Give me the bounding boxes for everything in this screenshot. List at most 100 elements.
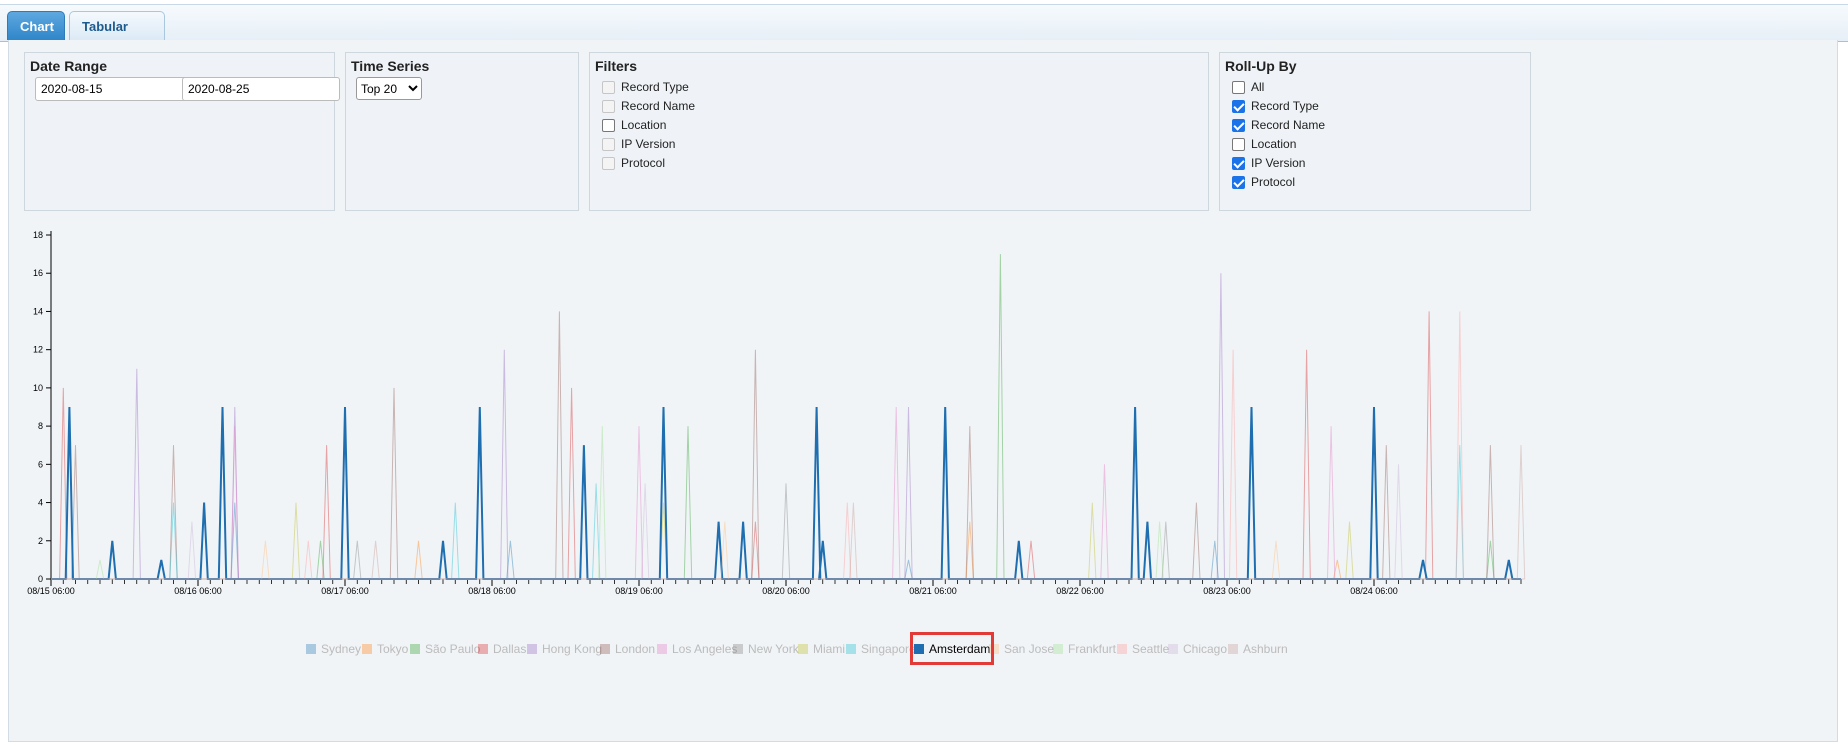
legend-label: San Jose xyxy=(1004,642,1055,656)
legend-item-ashburn[interactable]: Ashburn xyxy=(1228,640,1288,658)
legend-swatch xyxy=(362,644,372,654)
legend-label: Hong Kong xyxy=(542,642,603,656)
end-date-input[interactable] xyxy=(182,77,340,101)
x-tick-label: 08/18 06:00 xyxy=(468,586,516,596)
rollup-row-record-type[interactable]: Record Type xyxy=(1232,97,1319,115)
legend-item-frankfurt[interactable]: Frankfurt xyxy=(1053,640,1116,658)
legend-label: Ashburn xyxy=(1243,642,1288,656)
rollup-checkbox[interactable] xyxy=(1232,175,1245,189)
legend-swatch xyxy=(798,644,808,654)
x-tick-label: 08/16 06:00 xyxy=(174,586,222,596)
series-line-new-york xyxy=(51,483,1521,580)
legend-label: Seattle xyxy=(1132,642,1170,656)
date-range-box: Date Range to xyxy=(24,52,340,211)
tab-tabular-data[interactable]: Tabular Data xyxy=(69,11,165,63)
rollup-checkbox[interactable] xyxy=(1232,137,1245,151)
rollup-label: All xyxy=(1251,80,1265,94)
x-tick-label: 08/15 06:00 xyxy=(27,586,75,596)
legend-label: Tokyo xyxy=(377,642,409,656)
legend-swatch xyxy=(478,644,488,654)
legend-item-seattle[interactable]: Seattle xyxy=(1117,640,1169,658)
x-tick-label: 08/17 06:00 xyxy=(321,586,369,596)
legend-swatch xyxy=(306,644,316,654)
legend-label: Singapore xyxy=(861,642,916,656)
filter-row-record-type: Record Type xyxy=(602,78,689,96)
date-range-title: Date Range xyxy=(30,58,108,74)
legend-label: Miami xyxy=(813,642,845,656)
filter-row-protocol: Protocol xyxy=(602,154,665,172)
rollup-label: Location xyxy=(1251,137,1297,151)
legend-item-london[interactable]: London xyxy=(600,640,655,658)
legend-swatch xyxy=(1168,644,1178,654)
start-date-input[interactable] xyxy=(35,77,193,101)
filter-checkbox xyxy=(602,80,615,94)
y-tick-label: 2 xyxy=(38,536,43,546)
rollup-checkbox[interactable] xyxy=(1232,118,1245,132)
legend-item-amsterdam[interactable]: Amsterdam xyxy=(914,640,990,658)
rollup-row-record-name[interactable]: Record Name xyxy=(1232,116,1325,134)
filter-checkbox[interactable] xyxy=(602,118,615,132)
filter-row-record-name: Record Name xyxy=(602,97,695,115)
x-tick-label: 08/21 06:00 xyxy=(909,586,957,596)
legend-label: New York xyxy=(748,642,799,656)
series-line-singapore xyxy=(51,426,1521,580)
legend-swatch xyxy=(657,644,667,654)
legend-swatch xyxy=(914,644,924,654)
legend-swatch xyxy=(600,644,610,654)
rollup-checkbox[interactable] xyxy=(1232,156,1245,170)
legend-label: São Paulo xyxy=(425,642,481,656)
rollup-label: IP Version xyxy=(1251,156,1306,170)
filter-checkbox xyxy=(602,137,615,151)
legend-swatch xyxy=(846,644,856,654)
filters-title: Filters xyxy=(595,58,638,74)
y-tick-label: 12 xyxy=(33,345,43,355)
legend-label: Frankfurt xyxy=(1068,642,1117,656)
series-line-frankfurt xyxy=(51,426,1521,580)
y-tick-label: 18 xyxy=(33,230,43,240)
legend-item-miami[interactable]: Miami xyxy=(798,640,845,658)
y-tick-label: 6 xyxy=(38,459,43,469)
rollup-checkbox[interactable] xyxy=(1232,99,1245,113)
legend-label: Amsterdam xyxy=(929,642,991,656)
legend-label: Sydney xyxy=(321,642,362,656)
tab-chart[interactable]: Chart xyxy=(7,11,65,40)
x-tick-label: 08/20 06:00 xyxy=(762,586,810,596)
series-line-tokyo xyxy=(51,521,1521,580)
series-line-san-jose xyxy=(51,521,1521,580)
legend-item-tokyo[interactable]: Tokyo xyxy=(362,640,408,658)
legend-item-sydney[interactable]: Sydney xyxy=(306,640,361,658)
time-series-select[interactable]: Top 20 xyxy=(356,77,422,100)
rollup-row-location[interactable]: Location xyxy=(1232,135,1296,153)
x-tick-label: 08/23 06:00 xyxy=(1203,586,1251,596)
legend-item-singapore[interactable]: Singapore xyxy=(846,640,916,658)
legend-label: Los Angeles xyxy=(672,642,738,656)
legend-item-dallas[interactable]: Dallas xyxy=(478,640,526,658)
filter-label: Record Name xyxy=(621,99,696,113)
filter-row-location[interactable]: Location xyxy=(602,116,666,134)
y-tick-label: 14 xyxy=(33,306,43,316)
rollup-row-ip-version[interactable]: IP Version xyxy=(1232,154,1305,172)
filter-checkbox xyxy=(602,156,615,170)
y-tick-label: 16 xyxy=(33,268,43,278)
filter-label: Protocol xyxy=(621,156,666,170)
rollup-label: Record Type xyxy=(1251,99,1319,113)
series-line-hong-kong xyxy=(51,273,1521,580)
legend-item-new-york[interactable]: New York xyxy=(733,640,799,658)
legend-item-são-paulo[interactable]: São Paulo xyxy=(410,640,480,658)
y-tick-label: 4 xyxy=(38,498,43,508)
rollup-row-protocol[interactable]: Protocol xyxy=(1232,173,1295,191)
legend-item-los-angeles[interactable]: Los Angeles xyxy=(657,640,737,658)
legend-item-hong-kong[interactable]: Hong Kong xyxy=(527,640,602,658)
rollup-row-all[interactable]: All xyxy=(1232,78,1264,96)
legend-swatch xyxy=(989,644,999,654)
legend-swatch xyxy=(733,644,743,654)
legend-item-chicago[interactable]: Chicago xyxy=(1168,640,1227,658)
line-chart: 0 2 4 6 8 10 12 14 16 18 08/15 06:00 08/16 06:00 08/… xyxy=(27,230,1526,596)
filters-box: Filters Record Type Record Name Location IP… xyxy=(589,52,1209,211)
y-tick-label: 0 xyxy=(38,574,43,584)
time-series-box: Time Series Top 20 xyxy=(345,52,579,211)
x-tick-label: 08/24 06:00 xyxy=(1350,586,1398,596)
rollup-checkbox[interactable] xyxy=(1232,80,1245,94)
y-tick-label: 8 xyxy=(38,421,43,431)
legend-item-san-jose[interactable]: San Jose xyxy=(989,640,1054,658)
